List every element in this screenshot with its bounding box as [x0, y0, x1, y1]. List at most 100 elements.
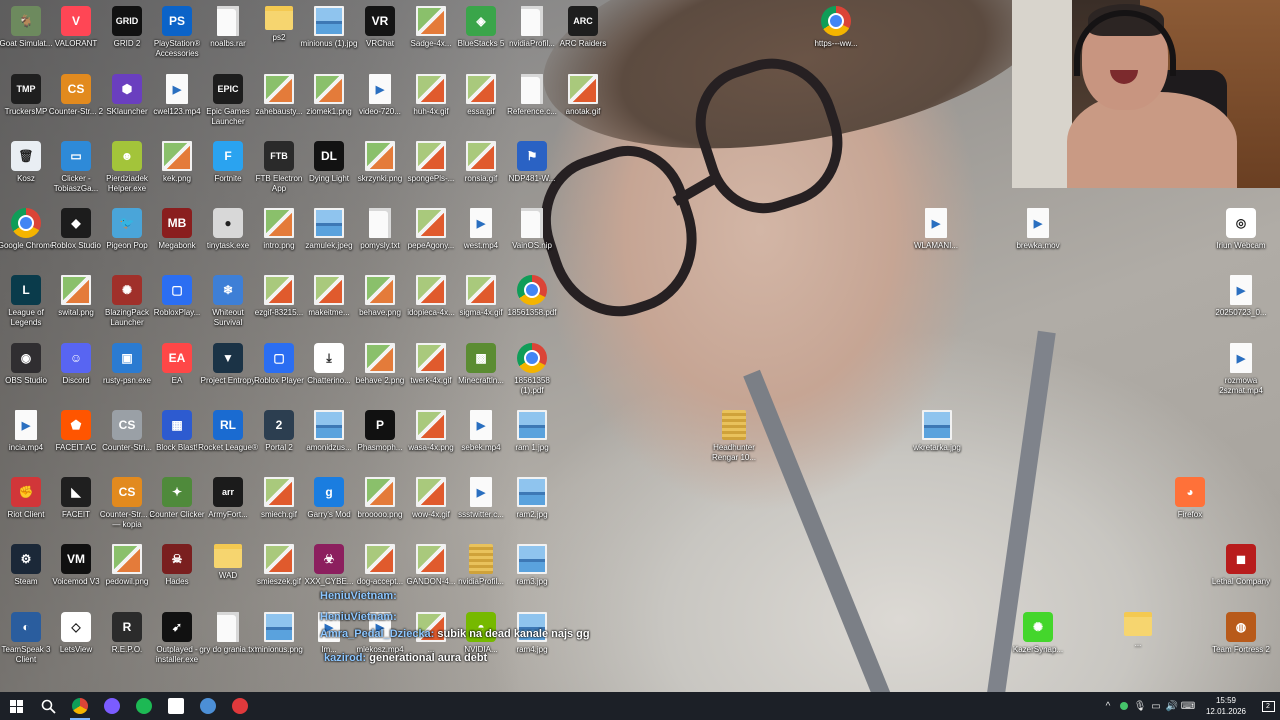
desktop-icon[interactable]: ram2.jpg: [506, 477, 558, 520]
desktop-icon[interactable]: GANDON-4...: [405, 544, 457, 587]
notification-center-button[interactable]: 2: [1256, 692, 1280, 720]
desktop-icon[interactable]: sigma-4x.gif: [455, 275, 507, 318]
taskbar-app-riot[interactable]: [224, 692, 256, 720]
desktop-icon[interactable]: ▼ Project Entropy: [201, 343, 255, 386]
desktop-icon[interactable]: ▶ 20250723_0...: [1215, 275, 1267, 318]
desktop-icon[interactable]: ...: [1112, 612, 1164, 649]
clock[interactable]: 15:59 12.01.2026: [1196, 695, 1256, 717]
desktop-icon[interactable]: ▶ west.mp4: [455, 208, 507, 251]
desktop-icon[interactable]: amonidzus...: [303, 410, 355, 453]
desktop-icon[interactable]: zamulek.jpeg: [303, 208, 355, 251]
desktop-icon[interactable]: essa.gif: [455, 74, 507, 117]
desktop-icon[interactable]: WAD: [202, 544, 254, 581]
desktop-icon[interactable]: 🐦 Pigeon Pop: [101, 208, 153, 251]
desktop-icon[interactable]: ◼ Lethal Company: [1212, 544, 1270, 587]
desktop-icon[interactable]: minionus.png: [253, 612, 305, 655]
network-icon[interactable]: ▭: [1148, 692, 1164, 720]
desktop-icon[interactable]: RL Rocket League®: [198, 410, 258, 453]
taskbar-app-steam[interactable]: [192, 692, 224, 720]
desktop-icon[interactable]: behave 2.png: [354, 343, 406, 386]
desktop-icon[interactable]: pomysly.txt: [354, 208, 406, 251]
desktop-icon[interactable]: ✺ BlazingPack Launcher: [101, 275, 153, 328]
desktop-icon[interactable]: ◈ BlueStacks 5: [455, 6, 507, 49]
desktop-icon[interactable]: pedowil.png: [101, 544, 153, 587]
desktop-icon[interactable]: ☻ Pierdziadek Helper.exe: [101, 141, 153, 194]
desktop-icon[interactable]: makeitme...: [303, 275, 355, 318]
desktop-icon[interactable]: DL Dying Light: [303, 141, 355, 184]
desktop-icon[interactable]: ziomek1.png: [303, 74, 355, 117]
desktop-icon[interactable]: ▶ brewka.mov: [1012, 208, 1064, 251]
desktop-icon[interactable]: noalbs.rar: [202, 6, 254, 49]
microphone-icon[interactable]: 🎙: [1132, 692, 1148, 720]
desktop-icon[interactable]: ➹ Outplayed - installer.exe: [151, 612, 203, 665]
desktop-icon[interactable]: ▢ Roblox Player: [253, 343, 305, 386]
desktop-icon[interactable]: VM Voicemod V3: [50, 544, 102, 587]
desktop-icon[interactable]: FTB FTB Electron App: [253, 141, 305, 194]
desktop-icon[interactable]: VR VRChat: [354, 6, 406, 49]
desktop-icon[interactable]: EA EA: [151, 343, 203, 386]
windows-start-button[interactable]: [0, 692, 32, 720]
desktop-icon[interactable]: ps2: [253, 6, 305, 43]
desktop-icon[interactable]: ▢ RobloxPlay...: [151, 275, 203, 318]
desktop-icon[interactable]: 🐐 Goat Simulat...: [0, 6, 52, 49]
desktop-icon[interactable]: R R.E.P.O.: [101, 612, 153, 655]
desktop-icon[interactable]: dog-accept...: [354, 544, 406, 587]
desktop-icon[interactable]: ram 1.jpg: [506, 410, 558, 453]
desktop-icon[interactable]: ● tinytask.exe: [202, 208, 254, 251]
desktop-icon[interactable]: CS Counter-Stri...: [101, 410, 153, 453]
desktop-icon[interactable]: ◆ Roblox Studio: [50, 208, 102, 251]
desktop-icon[interactable]: Google Chrome: [0, 208, 54, 251]
desktop-icon[interactable]: L League of Legends: [0, 275, 52, 328]
desktop-icon[interactable]: g Garry's Mod: [303, 477, 355, 520]
desktop-icon[interactable]: gry do grania.txt: [199, 612, 257, 655]
desktop-icon[interactable]: Reference.c...: [506, 74, 558, 117]
desktop-icon[interactable]: kek.png: [151, 141, 203, 184]
desktop-icon[interactable]: brooooo.png: [354, 477, 406, 520]
desktop-icon[interactable]: ⬟ FACEIT AC: [50, 410, 102, 453]
desktop-icon[interactable]: CS Counter-Str... 2 — kopia: [100, 477, 154, 530]
desktop-icon[interactable]: anotak.gif: [557, 74, 609, 117]
desktop-icon[interactable]: spongePls-...: [405, 141, 457, 184]
desktop-icon[interactable]: EPIC Epic Games Launcher: [202, 74, 254, 127]
desktop-icon[interactable]: ram3.jpg: [506, 544, 558, 587]
desktop-icon[interactable]: wkretarka.jpg: [911, 410, 963, 453]
desktop-icon[interactable]: ▶ ssstwitter.c...: [455, 477, 507, 520]
desktop-icon[interactable]: minionus (1).jpg: [301, 6, 357, 49]
desktop-icon[interactable]: huh-4x.gif: [405, 74, 457, 117]
desktop-icon[interactable]: V VALORANT: [50, 6, 102, 49]
desktop-icon[interactable]: ARC ARC Raiders: [557, 6, 609, 49]
tray-status-icon[interactable]: [1116, 692, 1132, 720]
desktop-icon[interactable]: ✦ Counter Clicker: [149, 477, 205, 520]
desktop-icon[interactable]: ◍ Team Fortress 2: [1212, 612, 1270, 655]
desktop-icon[interactable]: ⚑ NDP481-W...: [506, 141, 558, 184]
desktop-icon[interactable]: ▶ rozmowa 2szmat.mp4: [1215, 343, 1267, 396]
desktop-icon[interactable]: ▶ sebek.mp4: [455, 410, 507, 453]
desktop-icon[interactable]: 🗑 Kosz: [0, 141, 52, 184]
desktop-icon[interactable]: ◐ TeamSpeak 3 Client: [0, 612, 52, 665]
taskbar-app-chatterino[interactable]: [96, 692, 128, 720]
desktop-icon[interactable]: zahebausty...: [253, 74, 305, 117]
desktop-icon[interactable]: ◇ LetsView: [50, 612, 102, 655]
desktop-icon[interactable]: https---ww...: [810, 6, 862, 49]
desktop-icon[interactable]: TMP TruckersMP: [0, 74, 52, 117]
desktop-icon[interactable]: 2 Portal 2: [253, 410, 305, 453]
language-icon[interactable]: ⌨: [1180, 692, 1196, 720]
desktop-icon[interactable]: 18561358 (1).pdf: [506, 343, 558, 396]
desktop-icon[interactable]: CS Counter-Str... 2: [49, 74, 103, 117]
desktop-icon[interactable]: ▩ Minecraftln...: [455, 343, 507, 386]
taskbar-app-spotify[interactable]: [128, 692, 160, 720]
desktop-icon[interactable]: ronsia.gif: [455, 141, 507, 184]
desktop-icon[interactable]: Headhunter Rengar 10...: [708, 410, 760, 463]
desktop-icon[interactable]: ▶ WLAMANI...: [910, 208, 962, 251]
desktop-icon[interactable]: nvidiaProfil...: [506, 6, 558, 49]
desktop-icon[interactable]: ✊ Riot Client: [0, 477, 52, 520]
desktop-icon[interactable]: smieszek.gif: [253, 544, 305, 587]
desktop-icon[interactable]: GRID GRID 2: [101, 6, 153, 49]
desktop-icon[interactable]: ⬢ SKlauncher: [101, 74, 153, 117]
search-button[interactable]: [32, 692, 64, 720]
desktop-icon[interactable]: ◉ OBS Studio: [0, 343, 52, 386]
desktop-icon[interactable]: skrzynki.png: [354, 141, 406, 184]
desktop-icon[interactable]: wasa-4x.png: [405, 410, 457, 453]
desktop-icon[interactable]: ▭ Clicker - TobiaszGa...: [50, 141, 102, 194]
desktop-icon[interactable]: behave.png: [354, 275, 406, 318]
